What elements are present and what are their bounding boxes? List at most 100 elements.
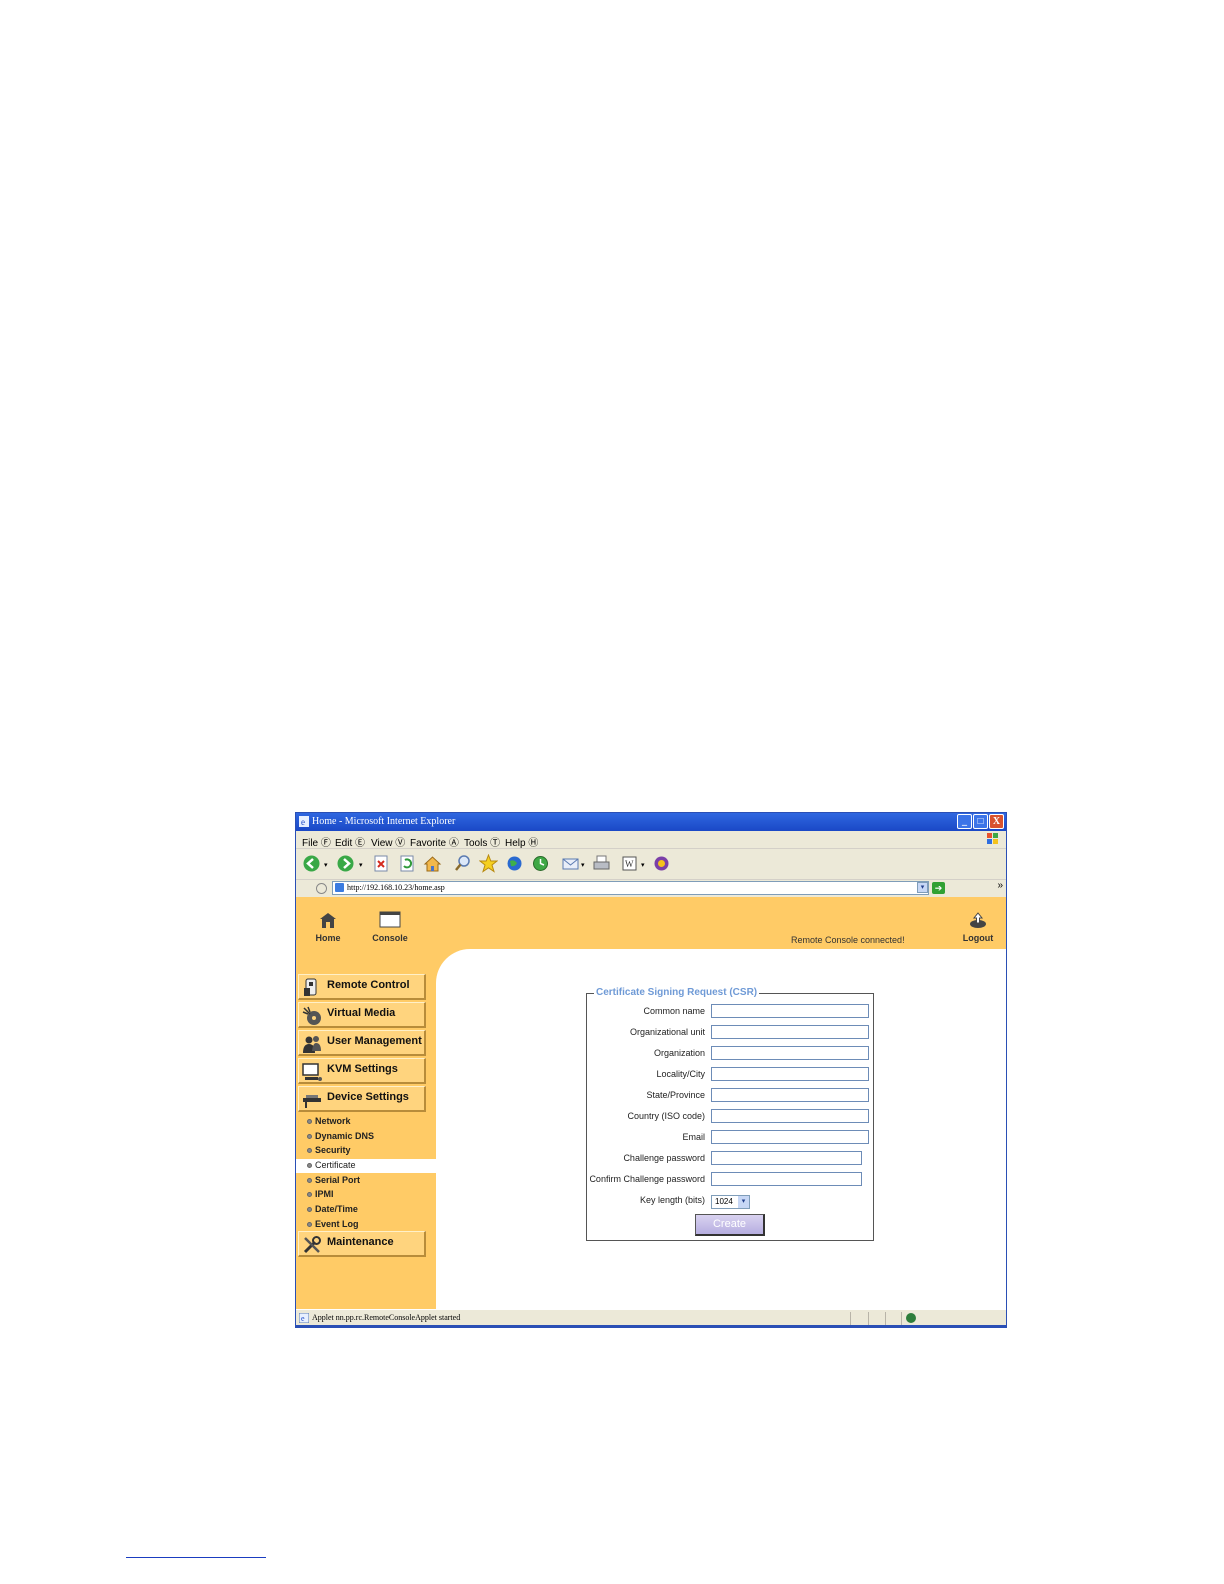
- menu-file[interactable]: File Ⓕ: [302, 834, 331, 849]
- menu-view[interactable]: View Ⓥ: [371, 834, 405, 849]
- sidebar-button-label: KVM Settings: [327, 1063, 398, 1075]
- bullet-icon: [307, 1134, 312, 1139]
- main-panel: Certificate Signing Request (CSR) Common…: [436, 949, 1006, 1309]
- menu-edit[interactable]: Edit Ⓔ: [335, 834, 365, 849]
- home-nav-button[interactable]: Home: [314, 911, 342, 943]
- svg-text:e: e: [301, 1314, 305, 1323]
- address-label-icon: [316, 883, 327, 894]
- toolbar-overflow-icon[interactable]: »: [997, 880, 1003, 891]
- state-province-label: State/Province: [646, 1090, 705, 1100]
- csr-legend: Certificate Signing Request (CSR): [594, 987, 760, 998]
- remote-control-icon: [304, 978, 317, 996]
- organizational-unit-label: Organizational unit: [629, 1027, 705, 1037]
- menu-bar: File Ⓕ Edit Ⓔ View Ⓥ Favorite Ⓐ Tools Ⓣ …: [296, 831, 1006, 849]
- messenger-icon[interactable]: [652, 854, 671, 873]
- status-divider: [885, 1312, 886, 1325]
- internet-zone-icon: [906, 1313, 916, 1323]
- refresh-icon[interactable]: [398, 854, 417, 873]
- csr-form: Certificate Signing Request (CSR) Common…: [586, 987, 874, 1241]
- edit-icon[interactable]: W: [620, 854, 639, 873]
- search-icon[interactable]: [453, 854, 472, 873]
- common-name-label: Common name: [643, 1006, 705, 1016]
- organization-label: Organization: [653, 1048, 705, 1058]
- home-icon[interactable]: [423, 854, 442, 873]
- sidebar-virtual-media[interactable]: Virtual Media: [298, 1002, 426, 1028]
- bullet-icon: [307, 1207, 312, 1212]
- key-length-value: 1024: [715, 1197, 733, 1206]
- organization-input[interactable]: [711, 1046, 869, 1060]
- minimize-button[interactable]: _: [957, 814, 972, 829]
- mail-dropdown-icon[interactable]: ▾: [581, 861, 585, 869]
- address-input[interactable]: http://192.168.10.23/home.asp: [332, 881, 929, 895]
- key-length-select[interactable]: 1024 ▾: [711, 1195, 750, 1209]
- logout-label: Logout: [962, 933, 994, 943]
- window-bottom-border: [296, 1325, 1006, 1327]
- confirm-challenge-password-input[interactable]: [711, 1172, 862, 1186]
- sidebar-kvm-settings[interactable]: KVM Settings: [298, 1058, 426, 1084]
- ie-logo-icon: e: [299, 816, 309, 827]
- state-province-input[interactable]: [711, 1088, 869, 1102]
- sidebar-item-serial-port[interactable]: Serial Port: [296, 1174, 436, 1188]
- country-input[interactable]: [711, 1109, 869, 1123]
- bullet-icon: [307, 1178, 312, 1183]
- menu-help[interactable]: Help Ⓗ: [505, 834, 538, 849]
- sidebar-item-network[interactable]: Network: [296, 1115, 436, 1129]
- challenge-password-label: Challenge password: [623, 1153, 705, 1163]
- sidebar-user-management[interactable]: User Management: [298, 1030, 426, 1056]
- mail-icon[interactable]: [561, 854, 580, 873]
- print-icon[interactable]: [592, 854, 611, 873]
- history-icon[interactable]: [531, 854, 550, 873]
- email-label: Email: [682, 1132, 705, 1142]
- organizational-unit-input[interactable]: [711, 1025, 869, 1039]
- window-title: Home - Microsoft Internet Explorer: [312, 816, 456, 827]
- locality-city-input[interactable]: [711, 1067, 869, 1081]
- page-status-icon: e: [299, 1313, 309, 1323]
- sidebar-remote-control[interactable]: Remote Control: [298, 974, 426, 1000]
- home-label: Home: [315, 933, 341, 943]
- country-label: Country (ISO code): [627, 1111, 705, 1121]
- address-bar: http://192.168.10.23/home.asp ▾ ➔ »: [296, 880, 1006, 897]
- house-icon: [320, 913, 336, 928]
- stop-icon[interactable]: [372, 854, 391, 873]
- sidebar-device-settings[interactable]: Device Settings: [298, 1086, 426, 1112]
- page-icon: [335, 883, 344, 892]
- go-button[interactable]: ➔: [932, 882, 945, 894]
- status-divider: [901, 1312, 902, 1325]
- edit-dropdown-icon[interactable]: ▾: [641, 861, 645, 869]
- confirm-challenge-password-label: Confirm Challenge password: [589, 1174, 705, 1184]
- maximize-button[interactable]: □: [973, 814, 988, 829]
- sidebar-item-date-time[interactable]: Date/Time: [296, 1203, 436, 1217]
- challenge-password-input[interactable]: [711, 1151, 862, 1165]
- sidebar-maintenance[interactable]: Maintenance: [298, 1231, 426, 1257]
- sidebar-item-event-log[interactable]: Event Log: [296, 1218, 436, 1232]
- forward-icon[interactable]: [336, 854, 355, 873]
- email-input[interactable]: [711, 1130, 869, 1144]
- bullet-icon: [307, 1222, 312, 1227]
- status-text: Applet nn.pp.rc.RemoteConsoleApplet star…: [312, 1313, 461, 1322]
- footnote-separator: [126, 1557, 266, 1558]
- close-button[interactable]: X: [989, 814, 1004, 829]
- menu-tools[interactable]: Tools Ⓣ: [464, 834, 500, 849]
- address-dropdown-icon[interactable]: ▾: [917, 882, 928, 893]
- console-nav-button[interactable]: Console: [370, 911, 410, 943]
- favorites-icon[interactable]: [479, 854, 498, 873]
- media-icon[interactable]: [505, 854, 524, 873]
- console-label: Console: [372, 933, 408, 943]
- forward-dropdown-icon[interactable]: ▾: [359, 861, 363, 869]
- sidebar-item-certificate[interactable]: Certificate: [296, 1159, 436, 1173]
- console-window-icon: [379, 911, 401, 928]
- common-name-input[interactable]: [711, 1004, 869, 1018]
- menu-favorite[interactable]: Favorite Ⓐ: [410, 834, 459, 849]
- back-dropdown-icon[interactable]: ▾: [324, 861, 328, 869]
- sidebar-item-security[interactable]: Security: [296, 1144, 436, 1158]
- create-button[interactable]: Create: [695, 1214, 765, 1236]
- logout-nav-button[interactable]: Logout: [960, 911, 996, 943]
- locality-city-label: Locality/City: [656, 1069, 705, 1079]
- svg-text:W: W: [625, 859, 634, 869]
- sidebar-item-dynamic-dns[interactable]: Dynamic DNS: [296, 1130, 436, 1144]
- sidebar-button-label: User Management: [327, 1035, 422, 1047]
- sidebar-button-label: Virtual Media: [327, 1007, 396, 1019]
- back-icon[interactable]: [302, 854, 321, 873]
- bullet-icon: [307, 1163, 312, 1168]
- sidebar-item-ipmi[interactable]: IPMI: [296, 1188, 436, 1202]
